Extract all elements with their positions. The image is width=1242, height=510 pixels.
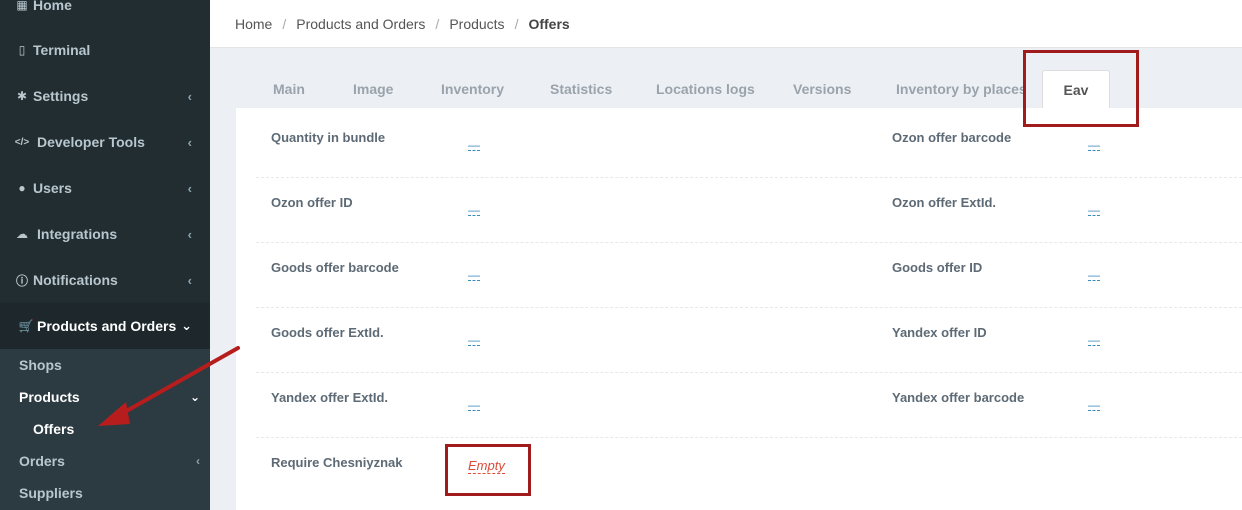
row-divider [256,242,1242,243]
field-label: Require Chesniyznak [271,455,403,470]
chevron-left-icon: ‹ [187,226,192,242]
breadcrumb-separator: / [435,15,440,32]
tablet-icon: ▯ [18,43,26,57]
sidebar-subitem-suppliers[interactable]: Suppliers [0,477,210,509]
chevron-left-icon: ‹ [187,134,192,150]
row-divider [256,437,1242,438]
field-label: Yandex offer ExtId. [271,390,389,405]
tab-versions[interactable]: Versions [793,70,851,108]
field-label: Ozon offer barcode [892,130,1012,145]
breadcrumb-home[interactable]: Home [235,16,272,32]
breadcrumb-products[interactable]: Products [449,16,504,32]
field-label: Quantity in bundle [271,130,386,145]
field-value-link[interactable]: — [1088,139,1100,151]
tab-main[interactable]: Main [273,70,305,108]
tab-inventory-by-places[interactable]: Inventory by places [896,70,1027,108]
tab-locations-logs[interactable]: Locations logs [656,70,755,108]
field-label: Goods offer ExtId. [271,325,384,340]
chevron-down-icon: ⌄ [181,318,192,333]
field-value-link[interactable]: — [468,399,480,411]
field-label: Goods offer ID [892,260,983,275]
field-value-link[interactable]: — [1088,334,1100,346]
breadcrumb-offers: Offers [528,15,570,32]
sidebar-item-notifications[interactable]: ⓘ Notifications ‹ [0,257,210,303]
field-value-link[interactable]: — [468,139,480,151]
field-value-link[interactable]: — [468,334,480,346]
user-icon: ● [18,181,26,195]
field-label: Ozon offer ExtId. [892,195,996,210]
sidebar-item-integrations[interactable]: ☁ Integrations ‹ [0,211,210,257]
chevron-left-icon: ‹ [187,88,192,104]
cart-icon: 🛒 [18,319,34,333]
chevron-left-icon: ‹ [187,180,192,196]
breadcrumb-separator: / [514,15,519,32]
field-label: Ozon offer ID [271,195,353,210]
field-label: Yandex offer barcode [892,390,1025,405]
eav-panel: Quantity in bundle — Ozon offer barcode … [236,108,1242,510]
row-divider [256,372,1242,373]
cloud-icon: ☁ [16,227,28,241]
sidebar-subitem-orders[interactable]: Orders ‹ [0,445,210,477]
gear-icon: ✱ [16,89,28,103]
breadcrumb-products-and-orders[interactable]: Products and Orders [296,16,425,32]
annotation-highlight-box [445,444,531,496]
annotation-highlight-box [1023,50,1139,127]
tab-inventory[interactable]: Inventory [441,70,504,108]
field-value-link[interactable]: — [1088,399,1100,411]
row-divider [256,177,1242,178]
info-icon: ⓘ [15,273,28,288]
annotation-arrow-icon [98,346,240,426]
sidebar-item-terminal[interactable]: ▯ Terminal [0,27,210,73]
field-label: Goods offer barcode [271,260,399,275]
code-icon: </> [14,136,30,148]
grid-icon: ▦ [16,0,28,12]
field-value-link[interactable]: — [468,269,480,281]
breadcrumb: Home / Products and Orders / Products / … [210,0,1242,48]
tab-statistics[interactable]: Statistics [550,70,612,108]
chevron-left-icon: ‹ [196,454,200,468]
field-label: Yandex offer ID [892,325,987,340]
field-value-link[interactable]: — [468,204,480,216]
sidebar-item-users[interactable]: ● Users ‹ [0,165,210,211]
sidebar-item-settings[interactable]: ✱ Settings ‹ [0,73,210,119]
breadcrumb-separator: / [282,15,287,32]
sidebar-item-developer-tools[interactable]: </> Developer Tools ‹ [0,119,210,165]
tab-image[interactable]: Image [353,70,393,108]
sidebar-item-home[interactable]: ▦ Home [0,0,210,28]
row-divider [256,307,1242,308]
chevron-left-icon: ‹ [187,272,192,288]
field-value-link[interactable]: — [1088,204,1100,216]
field-value-link[interactable]: — [1088,269,1100,281]
